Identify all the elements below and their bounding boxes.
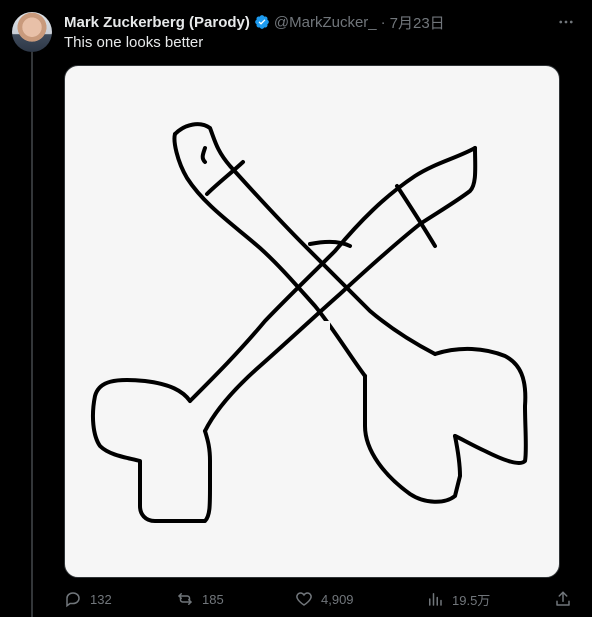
tweet-text: This one looks better	[64, 34, 204, 51]
share-button[interactable]	[554, 588, 572, 610]
more-icon[interactable]	[554, 10, 578, 34]
action-bar: 132 185 4,909 19.5万	[64, 588, 580, 612]
reply-icon	[66, 592, 80, 608]
crossed-bones-drawing	[90, 122, 528, 523]
share-icon	[556, 591, 570, 606]
tweet-image[interactable]	[64, 65, 560, 578]
repost-count: 185	[202, 591, 224, 607]
views-button[interactable]: 19.5万	[426, 588, 490, 610]
views-count: 19.5万	[452, 592, 491, 608]
repost-button[interactable]: 185	[176, 588, 224, 610]
thread-line	[31, 52, 33, 617]
verified-badge-icon	[255, 15, 269, 29]
separator-dot: ·	[380, 13, 386, 31]
reply-count: 132	[90, 591, 112, 607]
tweet-date[interactable]: 7月23日	[390, 12, 445, 33]
author-name[interactable]: Mark Zuckerberg (Parody)	[64, 14, 250, 31]
repost-icon	[178, 593, 192, 605]
like-count: 4,909	[321, 591, 354, 607]
heart-icon	[296, 592, 312, 606]
views-icon	[429, 593, 442, 606]
like-button[interactable]: 4,909	[295, 588, 354, 610]
author-handle[interactable]: @MarkZucker_	[274, 14, 377, 31]
reply-button[interactable]: 132	[64, 588, 112, 610]
avatar[interactable]	[12, 12, 52, 52]
tweet-header: Mark Zuckerberg (Parody) @MarkZucker_ · …	[64, 11, 580, 33]
